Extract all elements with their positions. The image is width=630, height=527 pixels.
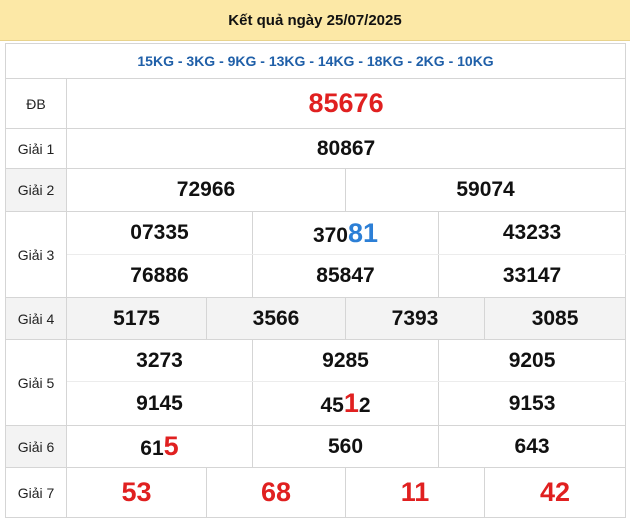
results-table: 15KG - 3KG - 9KG - 13KG - 14KG - 18KG - … <box>4 43 627 518</box>
prize-3-number: 33147 <box>437 254 627 298</box>
prize-4-number: 3566 <box>206 297 346 340</box>
prize-3-number: 43233 <box>437 211 627 255</box>
page-title: Kết quả ngày 25/07/2025 <box>0 0 630 41</box>
prize-7-number: 42 <box>483 467 627 518</box>
prize-3-number: 76886 <box>66 254 253 298</box>
prize-5-number: 9205 <box>437 339 627 382</box>
prize-2-number: 59074 <box>344 168 627 212</box>
label-prize-5: Giải 5 <box>5 339 67 426</box>
highlight-digits: 81 <box>348 217 379 248</box>
prize-5-number: 9153 <box>437 381 627 426</box>
prize-5-number: 9285 <box>252 339 439 382</box>
prize-3-number: 37081 <box>252 211 439 255</box>
prize-5-number: 3273 <box>66 339 253 382</box>
prize-3-number: 85847 <box>252 254 439 298</box>
prize-4-number: 3085 <box>483 297 627 340</box>
highlight-digits: 5 <box>163 431 179 461</box>
prize-6-number: 560 <box>252 425 439 468</box>
prize-6-number: 615 <box>66 425 253 468</box>
ticket-codes: 15KG - 3KG - 9KG - 13KG - 14KG - 18KG - … <box>4 43 627 79</box>
prize-5-number: 9145 <box>66 381 253 426</box>
prize-7-number: 53 <box>66 467 207 518</box>
prize-1: 80867 <box>65 128 627 169</box>
prize-5-number: 4512 <box>252 381 439 426</box>
special-prize: 85676 <box>65 78 627 129</box>
prize-4-number: 5175 <box>66 297 207 340</box>
prize-6-number: 643 <box>437 425 627 468</box>
results-page: Kết quả ngày 25/07/2025 15KG - 3KG - 9KG… <box>0 0 630 527</box>
prize-4-number: 7393 <box>345 297 485 340</box>
label-prize-4: Giải 4 <box>5 297 67 340</box>
prize-2-number: 72966 <box>66 168 346 212</box>
label-special: ĐB <box>5 78 67 129</box>
label-prize-2: Giải 2 <box>5 168 67 212</box>
highlight-digits: 1 <box>343 388 359 418</box>
prize-3-number: 07335 <box>66 211 253 255</box>
label-prize-7: Giải 7 <box>5 467 67 518</box>
label-prize-3: Giải 3 <box>5 211 67 298</box>
prize-7-number: 11 <box>345 467 485 518</box>
label-prize-1: Giải 1 <box>5 128 67 169</box>
label-prize-6: Giải 6 <box>5 425 67 468</box>
prize-7-number: 68 <box>206 467 346 518</box>
